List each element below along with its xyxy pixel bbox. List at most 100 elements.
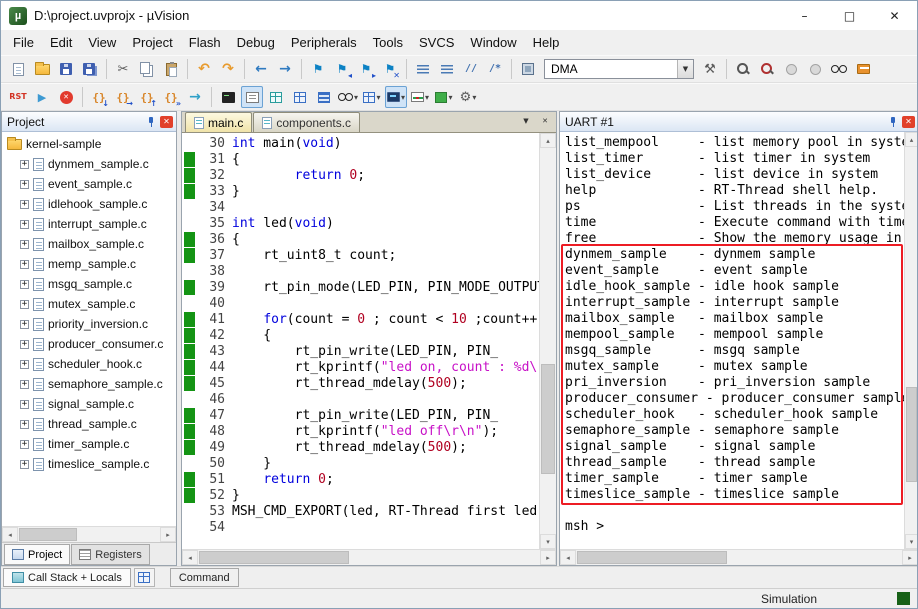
redo-icon[interactable]: ↷	[217, 58, 239, 80]
spectacles-icon[interactable]	[828, 58, 850, 80]
expander-icon[interactable]: +	[20, 299, 29, 309]
save-icon[interactable]	[55, 58, 77, 80]
menu-window[interactable]: Window	[462, 31, 524, 54]
tab-components-c[interactable]: components.c	[253, 112, 361, 132]
tab-registers[interactable]: Registers	[71, 544, 150, 565]
uart-prompt[interactable]: msh >	[565, 519, 904, 535]
menu-tools[interactable]: Tools	[365, 31, 411, 54]
serial-windows-icon-dropdown[interactable]: ▾	[401, 93, 405, 102]
tree-item-idlehook-sample[interactable]: + idlehook_sample.c	[2, 194, 176, 214]
editor-hscrollbar[interactable]: ◂ ▸	[182, 549, 556, 565]
disassembly-window-icon[interactable]	[241, 86, 263, 108]
code-line-52[interactable]: 52}	[182, 487, 539, 503]
scroll-track[interactable]	[540, 148, 556, 534]
uncomment-icon[interactable]: /*	[484, 58, 506, 80]
tree-item-timer-sample[interactable]: + timer_sample.c	[2, 434, 176, 454]
call-stack-window-icon[interactable]	[313, 86, 335, 108]
target-select[interactable]: DMA ▼	[544, 59, 694, 79]
code-line-31[interactable]: 31 {	[182, 151, 539, 167]
memory-windows-icon-dropdown[interactable]: ▾	[376, 93, 380, 102]
code-line-46[interactable]: 46	[182, 391, 539, 407]
tree-item-producer-consumer[interactable]: + producer_consumer.c	[2, 334, 176, 354]
code-line-51[interactable]: 51 return 0;	[182, 471, 539, 487]
system-viewer-icon[interactable]: ▾	[433, 86, 455, 108]
code-line-44[interactable]: 44 rt_kprintf("led on, count : %d\r\n", …	[182, 359, 539, 375]
code-line-53[interactable]: 53 MSH_CMD_EXPORT(led, RT-Thread first le…	[182, 503, 539, 519]
project-panel-close-icon[interactable]: ✕	[160, 115, 173, 128]
scroll-track[interactable]	[18, 527, 160, 542]
run-icon[interactable]: ▶	[31, 86, 53, 108]
scroll-track[interactable]	[198, 550, 540, 565]
bookmark-toggle-icon[interactable]: ⚑	[307, 58, 329, 80]
new-file-icon[interactable]	[7, 58, 29, 80]
scroll-right-icon[interactable]: ▸	[540, 550, 556, 565]
command-window-icon[interactable]	[217, 86, 239, 108]
scroll-down-icon[interactable]: ▾	[540, 534, 556, 549]
code-line-33[interactable]: 33}	[182, 183, 539, 199]
tree-item-memp-sample[interactable]: + memp_sample.c	[2, 254, 176, 274]
bookmark-clear-icon[interactable]: ⚑ ✕	[379, 58, 401, 80]
tree-item-signal-sample[interactable]: + signal_sample.c	[2, 394, 176, 414]
menu-edit[interactable]: Edit	[42, 31, 80, 54]
find-icon[interactable]	[756, 58, 778, 80]
close-document-icon[interactable]: ✕	[537, 113, 553, 129]
code-line-43[interactable]: 43 rt_pin_write(LED_PIN, PIN_	[182, 343, 539, 359]
run-disabled-icon[interactable]	[780, 58, 802, 80]
scroll-thumb[interactable]	[541, 364, 555, 475]
unindent-icon[interactable]	[412, 58, 434, 80]
expander-icon[interactable]: +	[20, 159, 29, 169]
code-line-47[interactable]: 47 rt_pin_write(LED_PIN, PIN_	[182, 407, 539, 423]
code-line-49[interactable]: 49 rt_thread_mdelay(500);	[182, 439, 539, 455]
tree-item-semaphore-sample[interactable]: + semaphore_sample.c	[2, 374, 176, 394]
expander-icon[interactable]: +	[20, 259, 29, 269]
open-file-icon[interactable]	[31, 58, 53, 80]
analysis-windows-icon-dropdown[interactable]: ▾	[425, 93, 429, 102]
code-line-41[interactable]: 41 for(count = 0 ; count < 10 ;count++)	[182, 311, 539, 327]
save-all-icon[interactable]	[79, 58, 101, 80]
minimize-button[interactable]: –	[782, 1, 827, 30]
undo-icon[interactable]: ↶	[193, 58, 215, 80]
scroll-track[interactable]	[576, 550, 902, 565]
menu-view[interactable]: View	[80, 31, 124, 54]
menu-peripherals[interactable]: Peripherals	[283, 31, 365, 54]
expander-icon[interactable]: +	[20, 179, 29, 189]
menu-debug[interactable]: Debug	[229, 31, 283, 54]
flash-download-icon[interactable]	[517, 58, 539, 80]
scroll-down-icon[interactable]: ▾	[905, 534, 917, 549]
menu-flash[interactable]: Flash	[181, 31, 229, 54]
copy-icon[interactable]	[136, 58, 158, 80]
serial-windows-icon[interactable]: ▾	[385, 86, 407, 108]
expander-icon[interactable]: +	[20, 459, 29, 469]
step-into-icon[interactable]: {} ↓	[88, 86, 110, 108]
pin-icon[interactable]	[146, 116, 156, 128]
window-list-icon[interactable]: ▼	[518, 113, 534, 129]
uart-hscrollbar[interactable]: ◂ ▸	[560, 549, 917, 565]
tree-item-thread-sample[interactable]: + thread_sample.c	[2, 414, 176, 434]
close-button[interactable]: ✕	[872, 1, 917, 30]
scroll-up-icon[interactable]: ▴	[905, 132, 917, 147]
memory-windows-icon[interactable]: ▾	[361, 86, 383, 108]
symbol-window-icon[interactable]	[265, 86, 287, 108]
expander-icon[interactable]: +	[20, 399, 29, 409]
menu-project[interactable]: Project	[124, 31, 180, 54]
code-line-42[interactable]: 42 {	[182, 327, 539, 343]
tab-command[interactable]: Command	[169, 568, 239, 587]
code-line-54[interactable]: 54	[182, 519, 539, 535]
menu-file[interactable]: File	[5, 31, 42, 54]
code-line-39[interactable]: 39 rt_pin_mode(LED_PIN, PIN_MODE_OUTPUT)…	[182, 279, 539, 295]
scroll-thumb[interactable]	[577, 551, 727, 564]
target-options-icon[interactable]: ⚒	[699, 58, 721, 80]
code-line-32[interactable]: 32 return 0;	[182, 167, 539, 183]
code-line-37[interactable]: 37 rt_uint8_t count;	[182, 247, 539, 263]
tab-call-stack-locals[interactable]: Call Stack + Locals	[3, 568, 131, 587]
bookmark-prev-icon[interactable]: ⚑ ◂	[331, 58, 353, 80]
expander-icon[interactable]: +	[20, 199, 29, 209]
scroll-right-icon[interactable]: ▸	[160, 527, 176, 542]
tree-item-priority-inversion[interactable]: + priority_inversion.c	[2, 314, 176, 334]
step-out-icon[interactable]: {} ↑	[136, 86, 158, 108]
indent-icon[interactable]	[436, 58, 458, 80]
tree-item-scheduler-hook[interactable]: + scheduler_hook.c	[2, 354, 176, 374]
navigate-forward-icon[interactable]: →	[274, 58, 296, 80]
tab-main-c[interactable]: main.c	[185, 112, 253, 132]
menu-help[interactable]: Help	[525, 31, 568, 54]
